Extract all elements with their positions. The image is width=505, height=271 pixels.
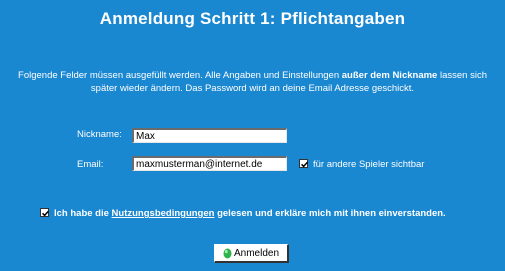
email-visible-checkbox[interactable]: [299, 159, 308, 168]
terms-text: Ich habe die Nutzungsbedingungen gelesen…: [54, 208, 446, 219]
intro-text-part1: Folgende Felder müssen ausgefüllt werden…: [18, 70, 342, 81]
nickname-input[interactable]: [132, 128, 287, 143]
intro-text-bold: außer dem Nickname: [341, 70, 438, 81]
email-input[interactable]: [132, 156, 287, 171]
email-visible-label: für andere Spieler sichtbar: [313, 159, 425, 170]
terms-checkbox[interactable]: [40, 208, 49, 217]
green-dot-icon: [223, 248, 232, 258]
submit-button[interactable]: Anmelden: [214, 244, 289, 263]
intro-text: Folgende Felder müssen ausgefüllt werden…: [4, 69, 501, 95]
terms-link[interactable]: Nutzungsbedingungen: [112, 208, 215, 219]
checkmark-icon: [42, 210, 49, 217]
terms-prefix: Ich habe die: [54, 208, 112, 219]
submit-label: Anmelden: [233, 247, 280, 259]
email-label: Email:: [77, 159, 104, 170]
checkmark-icon: [301, 161, 308, 168]
page-title: Anmeldung Schritt 1: Pflichtangaben: [99, 9, 406, 28]
nickname-label: Nickname:: [77, 129, 122, 140]
terms-suffix: gelesen und erkläre mich mit ihnen einve…: [214, 208, 446, 219]
